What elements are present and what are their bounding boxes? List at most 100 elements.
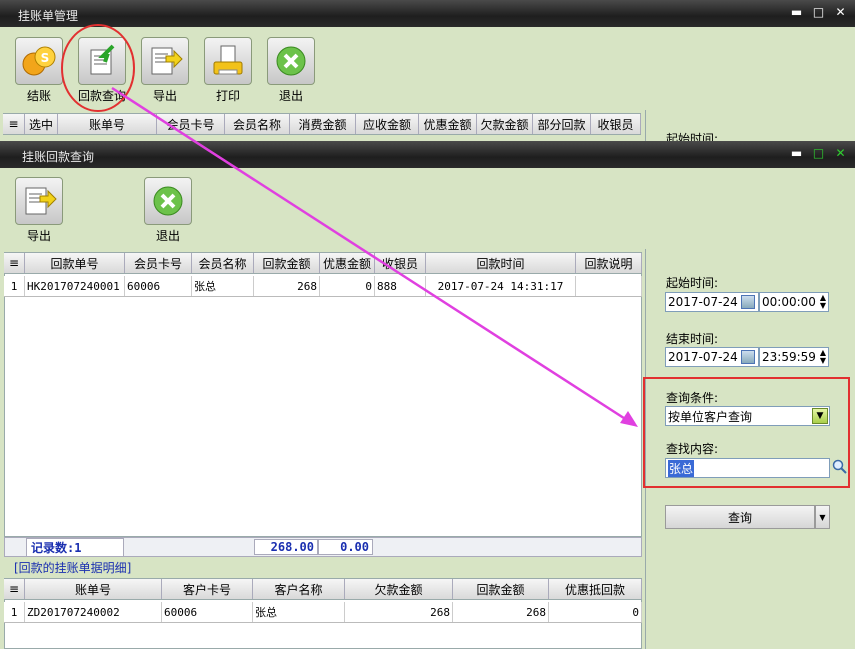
start-date-field[interactable]: 2017-07-24 xyxy=(665,292,759,312)
column-header[interactable]: 账单号 xyxy=(25,579,162,599)
table-row[interactable]: 1 HK201707240001 60006 张总 268 0 888 2017… xyxy=(4,276,642,297)
column-header[interactable]: 会员卡号 xyxy=(157,114,225,134)
column-header[interactable]: 回款金额 xyxy=(254,253,320,273)
inner-window-title: 挂账回款查询 xyxy=(22,150,95,164)
column-header[interactable]: 欠款金额 xyxy=(477,114,533,134)
export-icon xyxy=(141,37,189,85)
grid-menu-icon[interactable]: ≡ xyxy=(4,253,25,273)
chevron-down-icon[interactable]: ▼ xyxy=(812,408,828,424)
column-header[interactable]: 回款单号 xyxy=(25,253,125,273)
column-header[interactable]: 会员卡号 xyxy=(125,253,192,273)
end-date-value: 2017-07-24 xyxy=(668,350,738,364)
end-time-label: 结束时间: xyxy=(666,332,719,346)
column-header[interactable]: 会员名称 xyxy=(192,253,254,273)
svg-text:S: S xyxy=(41,51,50,65)
close-button[interactable]: ✕ xyxy=(834,5,847,19)
query-button[interactable]: 查询 xyxy=(665,505,815,529)
detail-grid-header: ≡ 账单号 客户卡号 客户名称 欠款金额 回款金额 优惠抵回款 xyxy=(4,578,642,600)
column-header[interactable]: 消费金额 xyxy=(290,114,356,134)
column-header[interactable]: 应收金额 xyxy=(356,114,419,134)
spinner-icon[interactable]: ▲ ▼ xyxy=(820,349,826,365)
cell-offset: 0 xyxy=(549,602,642,622)
row-index: 1 xyxy=(4,276,25,296)
column-header[interactable]: 欠款金额 xyxy=(345,579,453,599)
outer-right-panel: 起始时间: xyxy=(645,110,855,146)
toolbar-label: 打印 xyxy=(215,89,240,103)
column-header[interactable]: 回款时间 xyxy=(426,253,576,273)
minimize-button[interactable]: ▬ xyxy=(790,5,803,19)
maximize-button[interactable]: □ xyxy=(812,5,825,19)
outer-titlebar: 挂账单管理 ▬ □ ✕ xyxy=(0,0,855,27)
end-time-value: 23:59:59 xyxy=(762,350,816,364)
cell-amount: 268 xyxy=(254,276,320,296)
end-date-field[interactable]: 2017-07-24 xyxy=(665,347,759,367)
table-row[interactable]: 1 ZD201707240002 60006 张总 268 268 0 xyxy=(4,602,642,623)
print-icon xyxy=(204,37,252,85)
start-time-value: 00:00:00 xyxy=(762,295,816,309)
inner-maximize-button[interactable]: □ xyxy=(812,146,825,160)
column-header[interactable]: 部分回款 xyxy=(533,114,591,134)
return-query-button[interactable]: 回款查询 xyxy=(72,37,132,104)
inner-export-button[interactable]: 导出 xyxy=(9,177,69,244)
cell-time: 2017-07-24 14:31:17 xyxy=(426,276,576,296)
cell-bill-id: ZD201707240002 xyxy=(25,602,162,622)
column-header[interactable]: 优惠金额 xyxy=(320,253,375,273)
inner-titlebar: 挂账回款查询 ▬ □ ✕ xyxy=(0,141,855,168)
inner-close-button[interactable]: ✕ xyxy=(834,146,847,160)
search-icon[interactable] xyxy=(832,459,848,478)
return-query-icon xyxy=(78,37,126,85)
export-button[interactable]: 导出 xyxy=(135,37,195,104)
column-header[interactable]: 会员名称 xyxy=(225,114,290,134)
toolbar-label: 退出 xyxy=(278,89,303,103)
start-time-field[interactable]: 00:00:00 ▲ ▼ xyxy=(759,292,829,312)
inner-minimize-button[interactable]: ▬ xyxy=(790,146,803,160)
condition-select[interactable]: 按单位客户查询 ▼ xyxy=(665,406,830,426)
column-header[interactable]: 收银员 xyxy=(591,114,641,134)
cell-name: 张总 xyxy=(192,276,254,296)
query-dropdown-button[interactable]: ▼ xyxy=(815,505,830,529)
inner-window: 挂账回款查询 ▬ □ ✕ 导出 退出 ≡ 回款单号 会员卡号 会员名称 回款金额… xyxy=(0,141,855,649)
outer-window-title: 挂账单管理 xyxy=(18,9,79,23)
content-label: 查找内容: xyxy=(666,442,719,456)
toolbar-label: 导出 xyxy=(152,89,177,103)
grid-menu-icon[interactable]: ≡ xyxy=(3,114,25,134)
column-header[interactable]: 收银员 xyxy=(375,253,426,273)
inner-exit-button[interactable]: 退出 xyxy=(138,177,198,244)
exit-icon xyxy=(144,177,192,225)
column-header[interactable]: 账单号 xyxy=(58,114,157,134)
column-header[interactable]: 回款说明 xyxy=(576,253,642,273)
cell-note xyxy=(576,276,642,296)
toolbar-label: 退出 xyxy=(155,229,180,243)
cell-card: 60006 xyxy=(162,602,253,622)
grid-menu-icon[interactable]: ≡ xyxy=(4,579,25,599)
condition-value: 按单位客户查询 xyxy=(668,409,753,424)
toolbar-label: 导出 xyxy=(26,229,51,243)
discount-total: 0.00 xyxy=(318,539,373,555)
row-index: 1 xyxy=(4,602,25,622)
column-header[interactable]: 优惠抵回款 xyxy=(549,579,642,599)
exit-button[interactable]: 退出 xyxy=(261,37,321,104)
cell-name: 张总 xyxy=(253,602,345,622)
column-header[interactable]: 选中 xyxy=(25,114,58,134)
column-header[interactable]: 客户卡号 xyxy=(162,579,253,599)
calendar-icon[interactable] xyxy=(740,295,755,309)
column-header[interactable]: 客户名称 xyxy=(253,579,345,599)
content-input[interactable]: 张总 xyxy=(665,458,830,478)
toolbar-label: 回款查询 xyxy=(77,89,126,103)
detail-title: [回款的挂账单据明细] xyxy=(14,561,132,575)
print-button[interactable]: 打印 xyxy=(198,37,258,104)
column-header[interactable]: 优惠金额 xyxy=(419,114,477,134)
spinner-icon[interactable]: ▲ ▼ xyxy=(820,294,826,310)
start-date-value: 2017-07-24 xyxy=(668,295,738,309)
start-time-label: 起始时间: xyxy=(666,276,719,290)
amount-total: 268.00 xyxy=(254,539,318,555)
condition-label: 查询条件: xyxy=(666,391,719,405)
coins-icon: S xyxy=(15,37,63,85)
filter-panel: 起始时间: 2017-07-24 00:00:00 ▲ ▼ 结束时间: 2017-… xyxy=(643,249,855,649)
column-header[interactable]: 回款金额 xyxy=(453,579,549,599)
outer-grid-header: ≡ 选中 账单号 会员卡号 会员名称 消费金额 应收金额 优惠金额 欠款金额 部… xyxy=(3,113,641,135)
checkout-button[interactable]: S 结账 xyxy=(9,37,69,104)
calendar-icon[interactable] xyxy=(740,350,755,364)
end-time-field[interactable]: 23:59:59 ▲ ▼ xyxy=(759,347,829,367)
toolbar-label: 结账 xyxy=(26,89,51,103)
